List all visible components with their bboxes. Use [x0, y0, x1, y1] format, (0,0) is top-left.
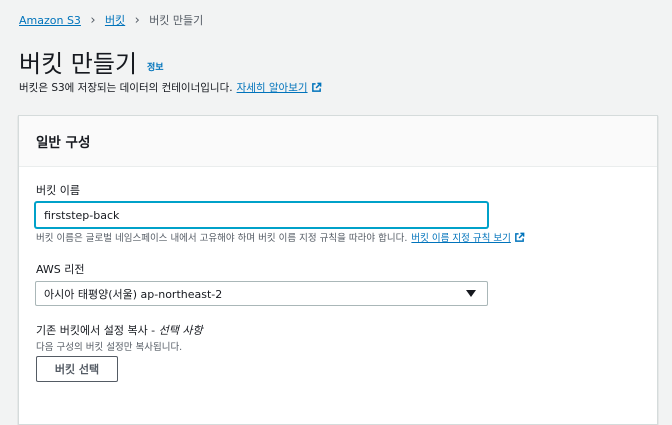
- region-select[interactable]: 아시아 태평양(서울) ap-northeast-2: [35, 281, 488, 306]
- chevron-right-icon: ›: [134, 12, 140, 28]
- breadcrumb-current: 버킷 만들기: [149, 14, 204, 27]
- info-link[interactable]: 정보: [147, 60, 164, 73]
- bucket-name-input[interactable]: [35, 202, 488, 228]
- panel-title: 일반 구성: [36, 135, 91, 151]
- copy-settings-label: 기존 버킷에서 설정 복사 - 선택 사항: [36, 322, 203, 338]
- bucket-name-hint-text: 버킷 이름은 글로벌 네임스페이스 내에서 고유해야 하며 버킷 이름 지정 규…: [36, 233, 408, 244]
- bucket-name-hint: 버킷 이름은 글로벌 네임스페이스 내에서 고유해야 하며 버킷 이름 지정 규…: [36, 230, 525, 244]
- external-link-icon[interactable]: [311, 82, 322, 93]
- page-title: 버킷 만들기: [19, 50, 138, 78]
- page-header: 버킷 만들기 정보: [19, 47, 164, 79]
- region-selected-value: 아시아 태평양(서울) ap-northeast-2: [44, 287, 223, 301]
- optional-tag: 선택 사항: [158, 324, 203, 337]
- breadcrumb: Amazon S3 › 버킷 › 버킷 만들기: [19, 11, 203, 29]
- external-link-icon[interactable]: [514, 232, 525, 243]
- copy-settings-hint-text: 다음 구성의 버킷 설정만 복사됩니다.: [36, 342, 183, 353]
- caret-down-icon: [466, 290, 476, 297]
- chevron-right-icon: ›: [90, 12, 96, 28]
- naming-rules-link[interactable]: 버킷 이름 지정 규칙 보기: [411, 230, 510, 244]
- panel-header: 일반 구성: [19, 116, 657, 167]
- breadcrumb-buckets[interactable]: 버킷: [105, 12, 125, 28]
- general-config-panel: 일반 구성 버킷 이름 버킷 이름은 글로벌 네임스페이스 내에서 고유해야 하…: [18, 115, 658, 425]
- page-description: 버킷은 S3에 저장되는 데이터의 컨테이너입니다. 자세히 알아보기: [19, 80, 322, 95]
- breadcrumb-amazon-s3[interactable]: Amazon S3: [19, 14, 81, 27]
- bucket-name-label: 버킷 이름: [36, 184, 80, 197]
- copy-settings-hint: 다음 구성의 버킷 설정만 복사됩니다.: [36, 339, 182, 353]
- region-label: AWS 리전: [36, 263, 85, 276]
- copy-settings-label-text: 기존 버킷에서 설정 복사 -: [36, 324, 159, 337]
- page-description-text: 버킷은 S3에 저장되는 데이터의 컨테이너입니다.: [19, 82, 233, 94]
- learn-more-link[interactable]: 자세히 알아보기: [237, 80, 308, 95]
- choose-bucket-button[interactable]: 버킷 선택: [36, 356, 118, 382]
